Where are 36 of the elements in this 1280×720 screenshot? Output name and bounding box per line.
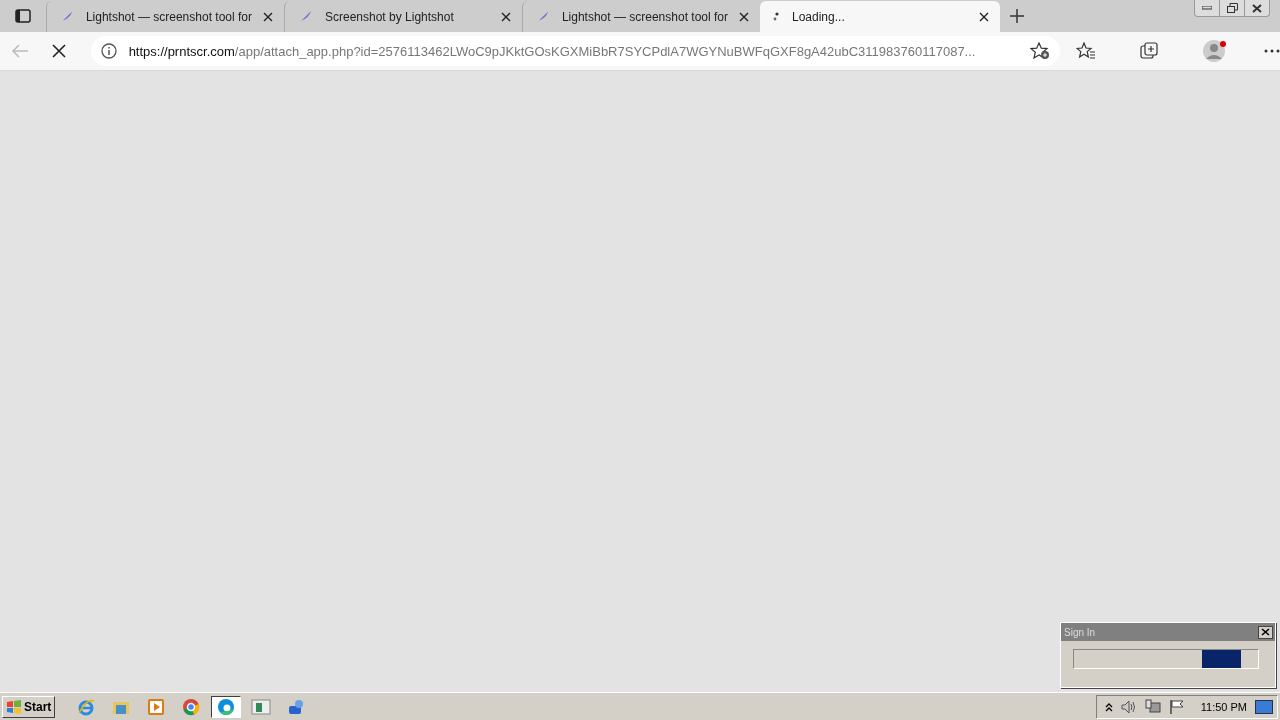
chrome-icon <box>182 697 201 716</box>
url-text: https://prntscr.com/app/attach_app.php?id=2576113462LWoC9pJKktGOsKGXMiBbR7SYCPdlA7WGYNuBWFqGXF8gA42ubC311983760117087... <box>128 43 977 59</box>
network-icon[interactable] <box>1144 698 1161 715</box>
favorites-icon[interactable] <box>1076 42 1096 60</box>
start-button[interactable]: Start <box>2 695 56 718</box>
restore-icon <box>1226 3 1238 13</box>
close-icon[interactable] <box>501 11 511 22</box>
edge-icon <box>217 697 236 716</box>
browser-tab[interactable]: Loading... <box>760 1 1000 32</box>
speaker-icon[interactable] <box>1120 699 1137 714</box>
close-button[interactable] <box>1258 625 1273 639</box>
close-icon[interactable] <box>263 11 273 22</box>
add-favorite-icon[interactable] <box>1030 42 1050 60</box>
tab-actions-icon[interactable] <box>15 9 31 23</box>
window-icon <box>251 698 272 715</box>
address-field[interactable]: https://prntscr.com/app/attach_app.php?id=2576113462LWoC9pJKktGOsKGXMiBbR7SYCPdlA7WGYNuBWFqGXF8gA42ubC311983760117087... <box>90 36 1060 66</box>
globe-e-icon <box>77 697 96 716</box>
minimize-icon <box>1202 6 1212 10</box>
close-icon[interactable] <box>979 11 989 22</box>
more-icon[interactable] <box>1264 49 1280 53</box>
show-desktop-icon[interactable] <box>1255 699 1273 714</box>
plus-icon <box>1009 8 1025 24</box>
profile-icon[interactable] <box>1202 39 1228 63</box>
collections-icon[interactable] <box>1140 42 1158 60</box>
stop-icon[interactable] <box>51 44 66 58</box>
flag-icon[interactable] <box>1168 698 1185 715</box>
play-icon <box>147 697 166 716</box>
taskbar-button[interactable] <box>211 695 242 718</box>
close-icon[interactable] <box>739 11 749 22</box>
loading-icon <box>772 10 780 23</box>
dialog-title: Sign In <box>1064 626 1096 638</box>
info-icon[interactable] <box>100 43 117 59</box>
chevron-up-icon[interactable] <box>1104 701 1113 712</box>
windows-logo-icon <box>6 699 22 714</box>
clock[interactable]: 11:50 PM <box>1200 700 1247 713</box>
app-icon <box>287 698 306 715</box>
